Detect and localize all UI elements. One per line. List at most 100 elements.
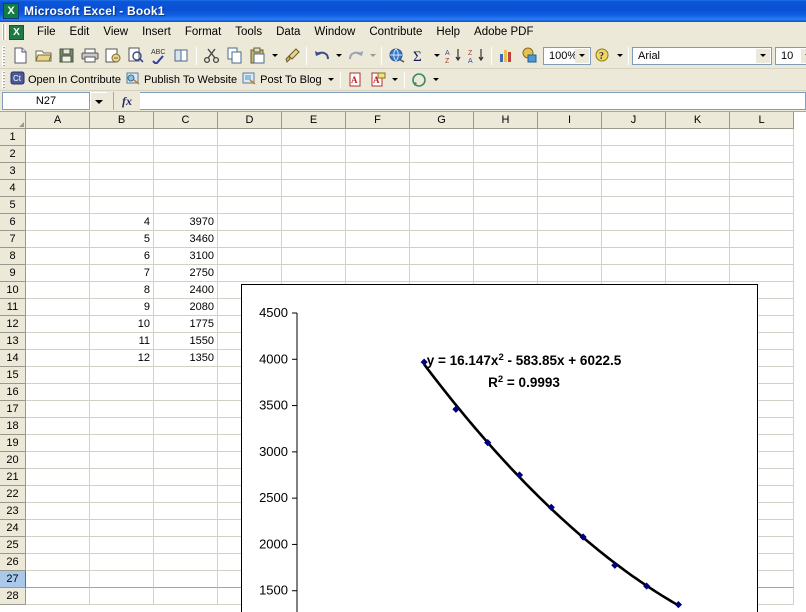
cell-L1[interactable] — [730, 129, 794, 146]
row-header-16[interactable]: 16 — [0, 384, 26, 401]
cell-C4[interactable] — [154, 180, 218, 197]
cell-B18[interactable] — [90, 418, 154, 435]
cell-L3[interactable] — [730, 163, 794, 180]
autosum-arrow[interactable] — [431, 45, 442, 67]
cell-C27[interactable] — [154, 571, 218, 588]
cell-C18[interactable] — [154, 418, 218, 435]
cell-J6[interactable] — [602, 214, 666, 231]
cell-E2[interactable] — [282, 146, 346, 163]
cell-F5[interactable] — [346, 197, 410, 214]
cell-A27[interactable] — [26, 571, 90, 588]
row-header-28[interactable]: 28 — [0, 588, 26, 605]
cell-G9[interactable] — [410, 265, 474, 282]
cell-I4[interactable] — [538, 180, 602, 197]
column-header-l[interactable]: L — [730, 112, 794, 129]
cell-B28[interactable] — [90, 588, 154, 605]
help-icon[interactable]: ? — [591, 45, 614, 67]
contribute-toolbar-grip[interactable] — [2, 71, 5, 88]
cell-F8[interactable] — [346, 248, 410, 265]
cell-C7[interactable]: 3460 — [154, 231, 218, 248]
post-to-blog-button[interactable]: Post To Blog — [241, 69, 326, 91]
cell-A13[interactable] — [26, 333, 90, 350]
row-header-22[interactable]: 22 — [0, 486, 26, 503]
paste-options-arrow[interactable] — [269, 45, 280, 67]
cell-C8[interactable]: 3100 — [154, 248, 218, 265]
cell-E9[interactable] — [282, 265, 346, 282]
cell-C28[interactable] — [154, 588, 218, 605]
cell-A1[interactable] — [26, 129, 90, 146]
cell-L2[interactable] — [730, 146, 794, 163]
hyperlink-icon[interactable] — [385, 45, 408, 67]
cell-B23[interactable] — [90, 503, 154, 520]
cell-B2[interactable] — [90, 146, 154, 163]
cell-F2[interactable] — [346, 146, 410, 163]
cell-C11[interactable]: 2080 — [154, 299, 218, 316]
cell-H8[interactable] — [474, 248, 538, 265]
menu-item-tools[interactable]: Tools — [228, 24, 269, 40]
cell-B1[interactable] — [90, 129, 154, 146]
cell-K3[interactable] — [666, 163, 730, 180]
cell-B19[interactable] — [90, 435, 154, 452]
row-header-24[interactable]: 24 — [0, 520, 26, 537]
cell-A5[interactable] — [26, 197, 90, 214]
redo-history-arrow[interactable] — [367, 45, 378, 67]
cell-A2[interactable] — [26, 146, 90, 163]
cell-G8[interactable] — [410, 248, 474, 265]
cell-A3[interactable] — [26, 163, 90, 180]
cell-H3[interactable] — [474, 163, 538, 180]
cell-B12[interactable]: 10 — [90, 316, 154, 333]
cell-A22[interactable] — [26, 486, 90, 503]
column-header-a[interactable]: A — [26, 112, 90, 129]
save-icon[interactable] — [55, 45, 78, 67]
cell-H2[interactable] — [474, 146, 538, 163]
cell-I8[interactable] — [538, 248, 602, 265]
cell-E4[interactable] — [282, 180, 346, 197]
print-preview-icon[interactable] — [124, 45, 147, 67]
cell-A21[interactable] — [26, 469, 90, 486]
cell-K6[interactable] — [666, 214, 730, 231]
cell-D1[interactable] — [218, 129, 282, 146]
cell-A14[interactable] — [26, 350, 90, 367]
cell-B27[interactable] — [90, 571, 154, 588]
cell-H6[interactable] — [474, 214, 538, 231]
cell-J3[interactable] — [602, 163, 666, 180]
row-header-6[interactable]: 6 — [0, 214, 26, 231]
cell-K2[interactable] — [666, 146, 730, 163]
row-header-4[interactable]: 4 — [0, 180, 26, 197]
menu-item-insert[interactable]: Insert — [135, 24, 178, 40]
undo-icon[interactable] — [310, 45, 333, 67]
cell-E8[interactable] — [282, 248, 346, 265]
column-header-j[interactable]: J — [602, 112, 666, 129]
cell-B16[interactable] — [90, 384, 154, 401]
cell-J9[interactable] — [602, 265, 666, 282]
cell-B11[interactable]: 9 — [90, 299, 154, 316]
cell-B4[interactable] — [90, 180, 154, 197]
cell-B22[interactable] — [90, 486, 154, 503]
permission-icon[interactable] — [101, 45, 124, 67]
cell-A17[interactable] — [26, 401, 90, 418]
cell-A11[interactable] — [26, 299, 90, 316]
cell-C14[interactable]: 1350 — [154, 350, 218, 367]
cell-G3[interactable] — [410, 163, 474, 180]
font-name-dropdown-arrow[interactable] — [756, 49, 770, 63]
cell-B6[interactable]: 4 — [90, 214, 154, 231]
cell-C24[interactable] — [154, 520, 218, 537]
cell-L4[interactable] — [730, 180, 794, 197]
row-header-5[interactable]: 5 — [0, 197, 26, 214]
cell-C26[interactable] — [154, 554, 218, 571]
cell-E3[interactable] — [282, 163, 346, 180]
row-header-14[interactable]: 14 — [0, 350, 26, 367]
spelling-icon[interactable]: ABC — [147, 45, 170, 67]
cell-B20[interactable] — [90, 452, 154, 469]
row-header-20[interactable]: 20 — [0, 452, 26, 469]
row-header-9[interactable]: 9 — [0, 265, 26, 282]
row-header-17[interactable]: 17 — [0, 401, 26, 418]
cell-J4[interactable] — [602, 180, 666, 197]
cut-icon[interactable] — [200, 45, 223, 67]
cell-C17[interactable] — [154, 401, 218, 418]
cell-D7[interactable] — [218, 231, 282, 248]
standard-toolbar-grip[interactable] — [2, 46, 5, 66]
font-size-dropdown-arrow[interactable] — [801, 49, 806, 63]
document-control-icon[interactable] — [8, 25, 24, 40]
cell-B21[interactable] — [90, 469, 154, 486]
